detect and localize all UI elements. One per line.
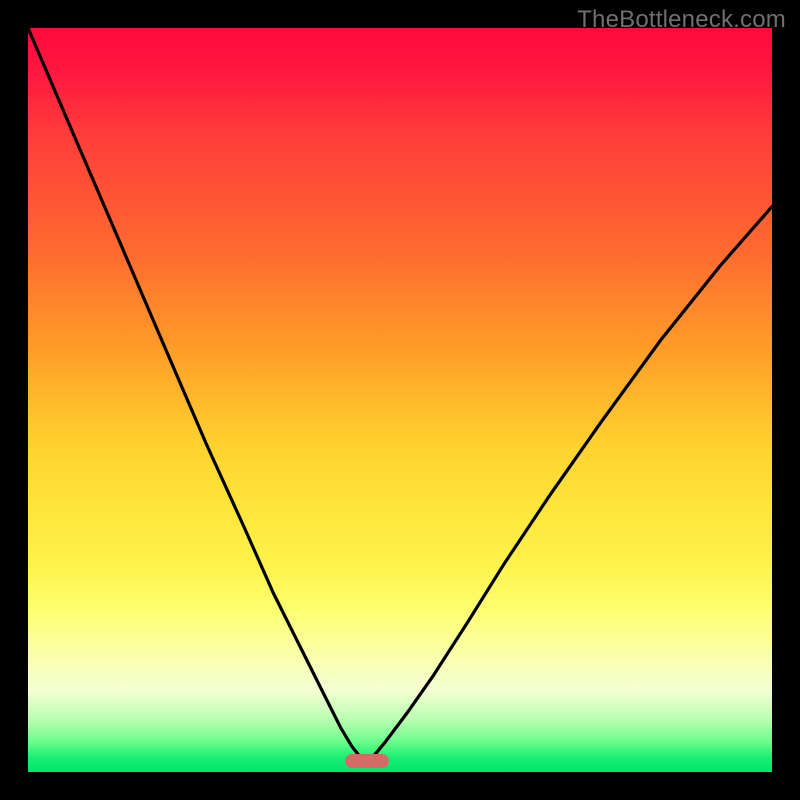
plot-area [28, 28, 772, 772]
knot-marker [345, 754, 389, 768]
left-curve [28, 28, 367, 765]
right-curve [367, 207, 773, 765]
curve-layer [28, 28, 772, 772]
outer-frame: TheBottleneck.com [0, 0, 800, 800]
